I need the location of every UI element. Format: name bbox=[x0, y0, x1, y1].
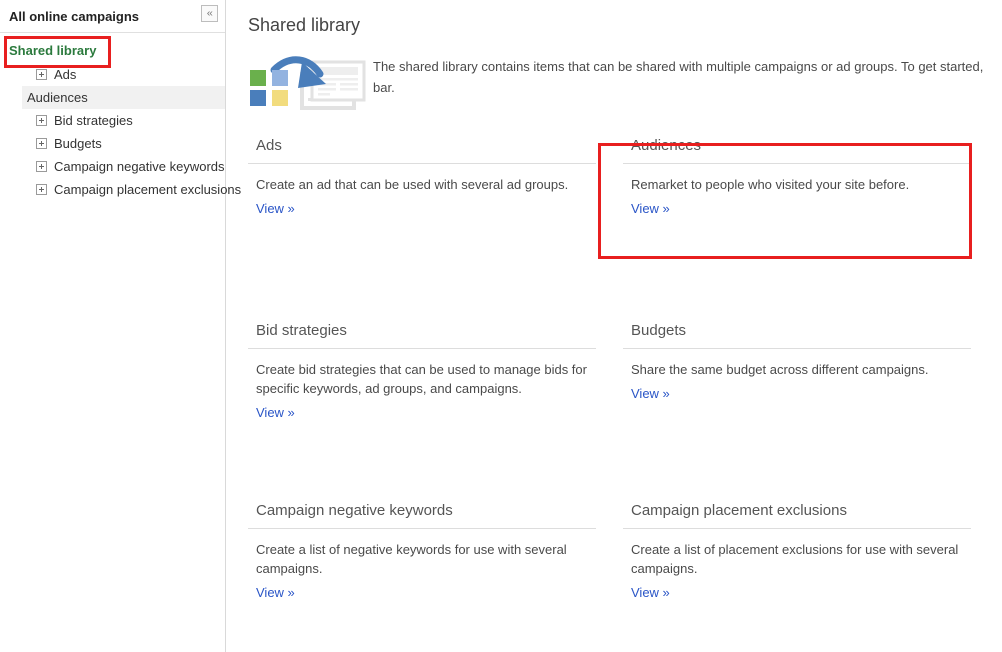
sidebar-item-label: Bid strategies bbox=[54, 113, 133, 128]
card-description: Create an ad that can be used with sever… bbox=[248, 164, 596, 194]
main-content: Shared library bbox=[227, 0, 1002, 652]
card-description: Remarket to people who visited your site… bbox=[623, 164, 971, 194]
view-link[interactable]: View » bbox=[248, 194, 295, 216]
sidebar: All online campaigns « Shared library Ad… bbox=[0, 0, 226, 652]
view-link[interactable]: View » bbox=[623, 194, 670, 216]
card-title: Ads bbox=[248, 136, 596, 164]
shared-library-page: All online campaigns « Shared library Ad… bbox=[0, 0, 1002, 652]
intro-section: The shared library contains items that c… bbox=[248, 50, 1002, 110]
sidebar-item-budgets[interactable]: Budgets bbox=[0, 132, 225, 155]
shared-library-illustration-icon bbox=[248, 52, 373, 110]
expand-plus-icon[interactable] bbox=[36, 69, 47, 80]
sidebar-header: All online campaigns « bbox=[0, 0, 225, 33]
sidebar-item-shared-library[interactable]: Shared library bbox=[0, 37, 225, 63]
double-chevron-left-icon: « bbox=[206, 9, 212, 19]
card-campaign-negative-keywords: Campaign negative keywords Create a list… bbox=[248, 501, 596, 600]
sidebar-item-label: Campaign negative keywords bbox=[54, 159, 225, 174]
view-link[interactable]: View » bbox=[623, 379, 670, 401]
card-title: Campaign placement exclusions bbox=[623, 501, 971, 529]
sidebar-item-label: Ads bbox=[54, 67, 76, 82]
expand-plus-icon[interactable] bbox=[36, 138, 47, 149]
card-title: Audiences bbox=[623, 136, 971, 164]
sidebar-item-label: Budgets bbox=[54, 136, 102, 151]
sidebar-nav: Shared library Ads Audiences Bid strateg… bbox=[0, 33, 225, 201]
card-bid-strategies: Bid strategies Create bid strategies tha… bbox=[248, 321, 596, 501]
sidebar-item-campaign-placement-exclusions[interactable]: Campaign placement exclusions bbox=[0, 178, 225, 201]
card-campaign-placement-exclusions: Campaign placement exclusions Create a l… bbox=[623, 501, 971, 600]
sidebar-item-campaign-negative-keywords[interactable]: Campaign negative keywords bbox=[0, 155, 225, 178]
view-link[interactable]: View » bbox=[248, 578, 295, 600]
card-row: Bid strategies Create bid strategies tha… bbox=[248, 321, 1002, 501]
card-ads: Ads Create an ad that can be used with s… bbox=[248, 136, 596, 321]
card-row: Campaign negative keywords Create a list… bbox=[248, 501, 1002, 600]
card-description: Create bid strategies that can be used t… bbox=[248, 349, 596, 398]
card-description: Create a list of placement exclusions fo… bbox=[623, 529, 971, 578]
card-audiences: Audiences Remarket to people who visited… bbox=[623, 136, 971, 321]
sidebar-item-label: Audiences bbox=[27, 90, 88, 105]
expand-plus-icon[interactable] bbox=[36, 184, 47, 195]
sidebar-item-audiences[interactable]: Audiences bbox=[22, 86, 225, 109]
expand-plus-icon[interactable] bbox=[36, 115, 47, 126]
sidebar-item-label: Campaign placement exclusions bbox=[54, 182, 241, 197]
sidebar-item-ads[interactable]: Ads bbox=[0, 63, 225, 86]
card-description: Create a list of negative keywords for u… bbox=[248, 529, 596, 578]
cards-grid: Ads Create an ad that can be used with s… bbox=[248, 136, 1002, 600]
card-title: Budgets bbox=[623, 321, 971, 349]
view-link[interactable]: View » bbox=[248, 398, 295, 420]
card-row: Ads Create an ad that can be used with s… bbox=[248, 136, 1002, 321]
card-title: Bid strategies bbox=[248, 321, 596, 349]
sidebar-item-label: Shared library bbox=[9, 43, 96, 58]
card-title: Campaign negative keywords bbox=[248, 501, 596, 529]
intro-description: The shared library contains items that c… bbox=[373, 50, 1002, 98]
sidebar-item-bid-strategies[interactable]: Bid strategies bbox=[0, 109, 225, 132]
expand-plus-icon[interactable] bbox=[36, 161, 47, 172]
page-title: Shared library bbox=[248, 14, 1002, 36]
card-description: Share the same budget across different c… bbox=[623, 349, 971, 379]
card-budgets: Budgets Share the same budget across dif… bbox=[623, 321, 971, 501]
view-link[interactable]: View » bbox=[623, 578, 670, 600]
sidebar-header-title: All online campaigns bbox=[9, 9, 139, 24]
collapse-sidebar-button[interactable]: « bbox=[201, 5, 218, 22]
